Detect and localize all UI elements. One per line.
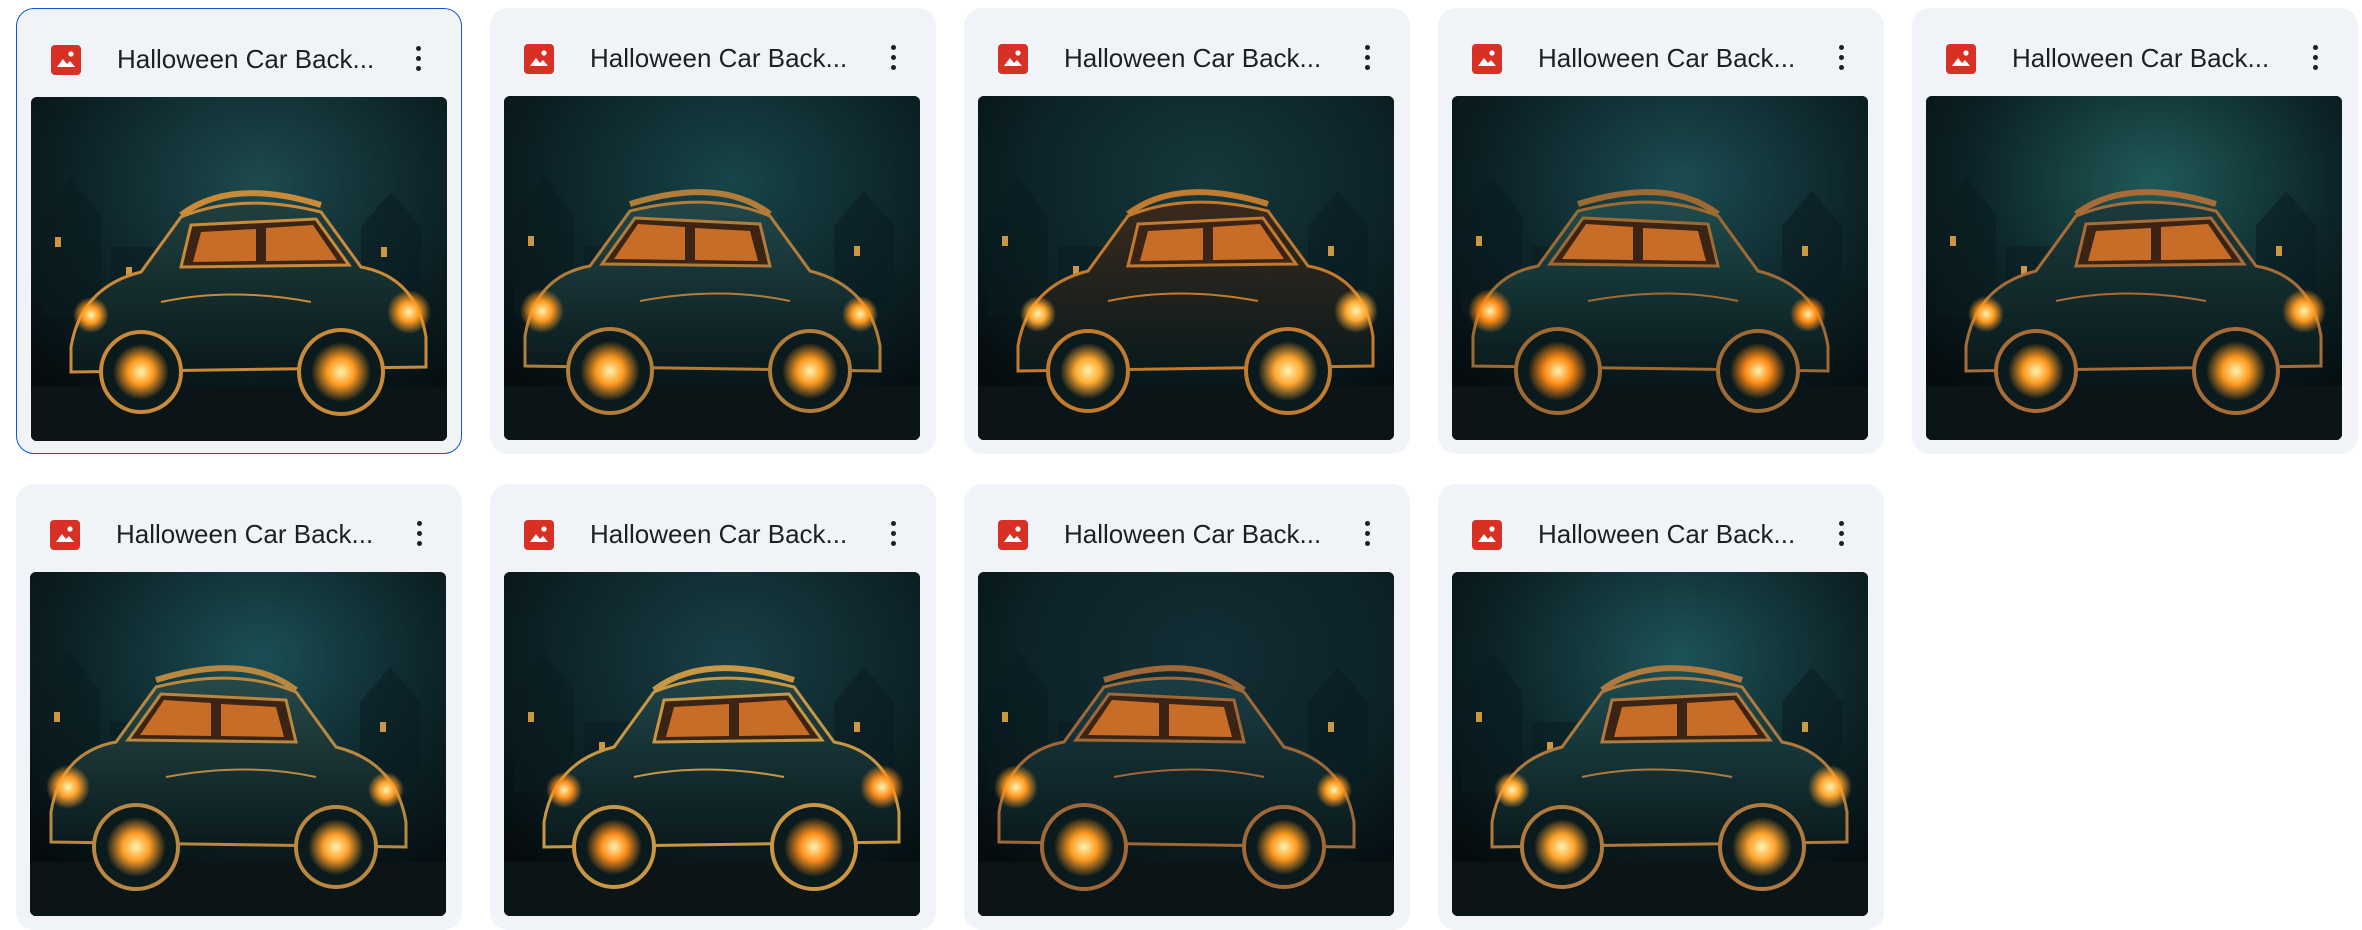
file-card-header: Halloween Car Back...: [1438, 8, 1884, 96]
file-card-header: Halloween Car Back...: [1438, 484, 1884, 572]
file-card[interactable]: Halloween Car Back...: [964, 8, 1410, 454]
file-thumbnail[interactable]: [504, 572, 920, 916]
thumbnail-image: [1926, 96, 2342, 440]
more-vert-icon[interactable]: [874, 38, 914, 78]
file-card[interactable]: Halloween Car Back...: [16, 484, 462, 930]
file-card[interactable]: Halloween Car Back...: [16, 8, 462, 454]
file-title[interactable]: Halloween Car Back...: [1538, 41, 1818, 75]
file-card-header: Halloween Car Back...: [16, 484, 462, 572]
more-vert-icon[interactable]: [2296, 38, 2336, 78]
file-title[interactable]: Halloween Car Back...: [2012, 41, 2292, 75]
file-title[interactable]: Halloween Car Back...: [116, 517, 396, 551]
thumbnail-image: [504, 572, 920, 916]
file-card[interactable]: Halloween Car Back...: [490, 484, 936, 930]
more-vert-icon[interactable]: [1822, 38, 1862, 78]
image-file-icon: [50, 520, 80, 550]
file-title[interactable]: Halloween Car Back...: [590, 517, 870, 551]
image-file-icon: [1472, 44, 1502, 74]
file-thumbnail[interactable]: [1452, 96, 1868, 440]
thumbnail-image: [31, 97, 447, 441]
file-card[interactable]: Halloween Car Back...: [1912, 8, 2358, 454]
file-thumbnail[interactable]: [978, 96, 1394, 440]
file-title[interactable]: Halloween Car Back...: [1064, 517, 1344, 551]
file-thumbnail[interactable]: [504, 96, 920, 440]
file-thumbnail[interactable]: [978, 572, 1394, 916]
image-file-icon: [524, 520, 554, 550]
file-title[interactable]: Halloween Car Back...: [1064, 41, 1344, 75]
file-card[interactable]: Halloween Car Back...: [490, 8, 936, 454]
image-file-icon: [998, 520, 1028, 550]
thumbnail-image: [978, 572, 1394, 916]
more-vert-icon[interactable]: [1348, 514, 1388, 554]
thumbnail-image: [1452, 572, 1868, 916]
file-title[interactable]: Halloween Car Back...: [590, 41, 870, 75]
thumbnail-image: [504, 96, 920, 440]
file-title[interactable]: Halloween Car Back...: [1538, 517, 1818, 551]
file-card-header: Halloween Car Back...: [964, 484, 1410, 572]
image-file-icon: [1946, 44, 1976, 74]
file-card-header: Halloween Car Back...: [964, 8, 1410, 96]
more-vert-icon[interactable]: [1822, 514, 1862, 554]
file-card-header: Halloween Car Back...: [1912, 8, 2358, 96]
file-card[interactable]: Halloween Car Back...: [1438, 8, 1884, 454]
file-thumbnail[interactable]: [31, 97, 447, 441]
file-card[interactable]: Halloween Car Back...: [964, 484, 1410, 930]
more-vert-icon[interactable]: [399, 39, 439, 79]
file-grid: Halloween Car Back... Halloween Car Back…: [0, 0, 2362, 930]
thumbnail-image: [30, 572, 446, 916]
image-file-icon: [524, 44, 554, 74]
file-thumbnail[interactable]: [1452, 572, 1868, 916]
more-vert-icon[interactable]: [874, 514, 914, 554]
file-thumbnail[interactable]: [1926, 96, 2342, 440]
more-vert-icon[interactable]: [1348, 38, 1388, 78]
file-title[interactable]: Halloween Car Back...: [117, 42, 397, 76]
thumbnail-image: [1452, 96, 1868, 440]
file-thumbnail[interactable]: [30, 572, 446, 916]
more-vert-icon[interactable]: [400, 514, 440, 554]
file-card-header: Halloween Car Back...: [17, 9, 461, 97]
file-card-header: Halloween Car Back...: [490, 484, 936, 572]
image-file-icon: [51, 45, 81, 75]
image-file-icon: [1472, 520, 1502, 550]
thumbnail-image: [978, 96, 1394, 440]
image-file-icon: [998, 44, 1028, 74]
file-card-header: Halloween Car Back...: [490, 8, 936, 96]
file-card[interactable]: Halloween Car Back...: [1438, 484, 1884, 930]
